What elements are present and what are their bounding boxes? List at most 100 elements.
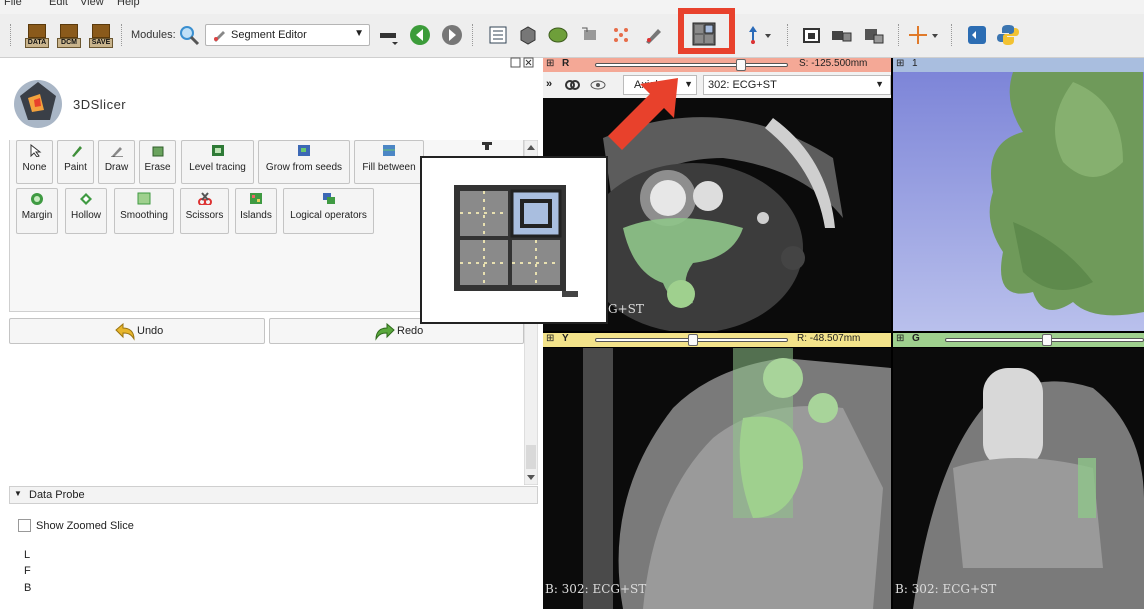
menu-edit[interactable]: Edit — [49, 0, 68, 8]
red-slice-options-bar: » Axial ▼ 302: ECG+ST ▼ — [543, 72, 891, 98]
expand-icon[interactable]: » — [546, 78, 552, 90]
toolbar-separator — [898, 24, 899, 46]
paint-brush-icon — [71, 146, 82, 157]
chevron-down-icon: ▼ — [875, 79, 884, 89]
slider-handle[interactable] — [1042, 334, 1052, 346]
mouse-mode-dropdown-icon[interactable] — [908, 24, 942, 46]
yellow-slice-view[interactable]: B: 302: ECG+ST — [543, 348, 891, 609]
toolbar-separator — [10, 24, 11, 46]
eraser-icon — [152, 146, 163, 157]
toolbar-separator — [121, 24, 122, 46]
data-probe-title: Data Probe — [29, 489, 85, 501]
slicer-logo-icon — [14, 80, 62, 128]
pin-icon[interactable]: ⊞ — [896, 333, 904, 344]
green-slice-view[interactable]: B: 302: ECG+ST — [893, 348, 1144, 609]
modules-label: Modules: — [131, 29, 176, 41]
data-probe-header[interactable]: ▼ Data Probe — [9, 486, 538, 504]
effect-level-tracing-button[interactable]: Level tracing — [181, 140, 254, 184]
red-slice-slider[interactable] — [595, 59, 788, 71]
panel-float-close-icon[interactable] — [510, 57, 536, 69]
pin-icon[interactable]: ⊞ — [546, 333, 554, 344]
extensions-icon[interactable] — [966, 24, 988, 46]
screenshot-icon[interactable] — [801, 25, 823, 45]
save-button[interactable]: SAVE — [89, 24, 113, 50]
layout-button-highlight — [678, 8, 735, 54]
yellow-slice-slider[interactable] — [595, 334, 788, 346]
transforms-module-icon[interactable] — [579, 24, 601, 46]
slider-handle[interactable] — [736, 59, 746, 71]
annotation-arrow-icon — [608, 78, 678, 150]
toolbar-separator — [787, 24, 788, 46]
pencil-icon — [110, 147, 123, 157]
yellow-view-letter: Y — [562, 333, 569, 344]
arrow-cursor-icon — [30, 144, 41, 157]
effect-islands-button[interactable]: Islands — [235, 188, 277, 234]
effect-smoothing-button[interactable]: Smoothing — [114, 188, 174, 234]
menu-view[interactable]: View — [80, 0, 104, 8]
segment-editor-icon — [214, 31, 225, 42]
red-slice-offset: S: -125.500mm — [799, 58, 868, 69]
load-data-button[interactable]: DATA — [25, 24, 49, 50]
mask-settings-icon[interactable] — [480, 141, 494, 151]
probe-coord-l: L — [24, 549, 31, 561]
module-selector[interactable]: Segment Editor ▼ — [205, 24, 370, 46]
green-view-volume-label: B: 302: ECG+ST — [895, 582, 996, 596]
red-view-volume-label: G+ST — [608, 302, 644, 316]
effect-hollow-button[interactable]: Hollow — [65, 188, 107, 234]
pin-icon[interactable]: ⊞ — [546, 58, 554, 69]
effect-logical-operators-button[interactable]: Logical operators — [283, 188, 374, 234]
show-zoomed-slice-checkbox[interactable] — [18, 519, 31, 532]
red-view-letter: R — [562, 58, 570, 69]
back-arrow-icon[interactable] — [408, 23, 432, 47]
scene-views-icon[interactable] — [829, 25, 855, 45]
app-logo-text: 3DSlicer — [73, 97, 127, 112]
slider-handle[interactable] — [688, 334, 698, 346]
layout-four-up-zoom-icon — [454, 185, 578, 297]
pin-icon[interactable]: ⊞ — [896, 58, 904, 69]
effect-none-button[interactable]: None — [16, 140, 53, 184]
probe-coord-f: F — [24, 565, 31, 577]
fill-between-icon — [383, 145, 395, 156]
python-console-icon[interactable] — [996, 23, 1020, 47]
data-module-icon[interactable] — [487, 24, 509, 46]
effect-erase-button[interactable]: Erase — [139, 140, 176, 184]
redo-arrow-icon — [375, 323, 395, 341]
collapse-arrow-icon: ▼ — [14, 489, 22, 498]
red-slice-controller: ⊞ R S: -125.500mm — [543, 58, 891, 72]
module-search-icon[interactable] — [178, 24, 200, 46]
scene-capture-icon[interactable] — [862, 25, 888, 45]
module-selected-label: Segment Editor — [231, 29, 307, 41]
undo-button[interactable]: Undo — [9, 318, 265, 344]
effect-margin-button[interactable]: Margin — [16, 188, 58, 234]
effect-draw-button[interactable]: Draw — [98, 140, 135, 184]
green-slice-slider[interactable] — [945, 334, 1144, 346]
yellow-slice-controller: ⊞ Y R: -48.507mm — [543, 333, 891, 347]
chevron-down-icon: ▼ — [354, 28, 364, 39]
segment-editor-module-icon[interactable] — [643, 24, 665, 46]
yellow-view-volume-label: B: 302: ECG+ST — [545, 582, 646, 596]
level-tracing-icon — [211, 145, 224, 156]
effect-fill-between-button[interactable]: Fill between — [354, 140, 424, 184]
menu-file[interactable]: File — [4, 0, 22, 8]
threed-view-controller: ⊞ 1 — [893, 58, 1144, 72]
models-module-icon[interactable] — [547, 24, 569, 46]
volumes-module-icon[interactable] — [517, 24, 539, 46]
green-view-letter: G — [912, 333, 920, 344]
crosshair-dropdown-icon[interactable] — [745, 24, 773, 46]
effect-scissors-button[interactable]: Scissors — [180, 188, 229, 234]
effect-grow-from-seeds-button[interactable]: Grow from seeds — [258, 140, 350, 184]
islands-icon — [250, 193, 262, 204]
toolbar-separator — [472, 24, 473, 46]
yellow-slice-offset: R: -48.507mm — [797, 333, 861, 344]
forward-arrow-icon[interactable] — [440, 23, 464, 47]
layout-single-icon[interactable] — [378, 24, 400, 46]
dicom-button[interactable]: DCM — [57, 24, 81, 50]
effect-paint-button[interactable]: Paint — [57, 140, 94, 184]
probe-coord-b: B — [24, 582, 32, 594]
volume-selector[interactable]: 302: ECG+ST ▼ — [703, 75, 891, 95]
smoothing-icon — [137, 192, 151, 205]
link-icon[interactable] — [563, 76, 581, 94]
threed-view[interactable] — [893, 72, 1144, 331]
markups-module-icon[interactable] — [610, 24, 632, 46]
menu-help[interactable]: Help — [117, 0, 140, 8]
